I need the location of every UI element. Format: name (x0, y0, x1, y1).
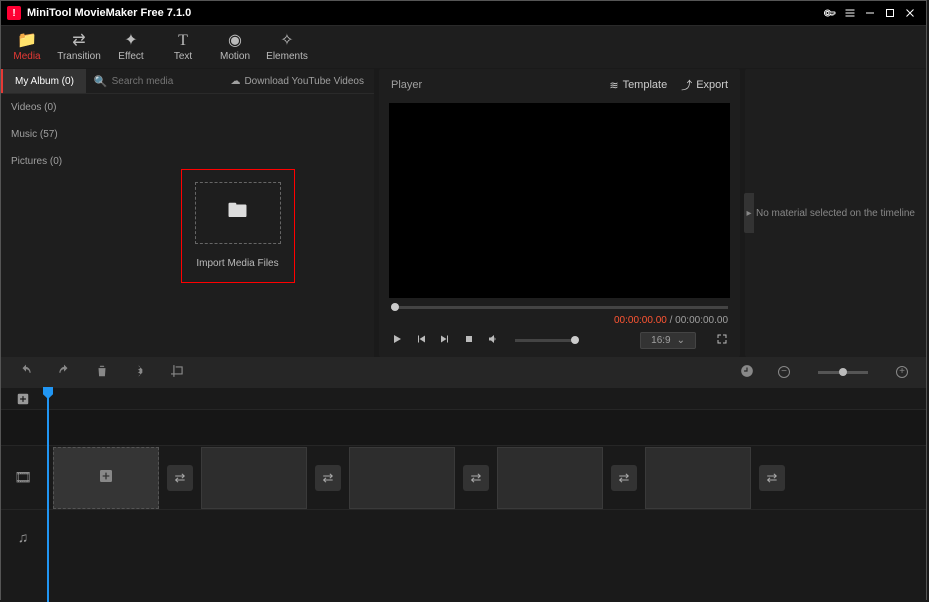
cloud-download-icon: ☁ (230, 76, 240, 87)
template-label: Template (623, 79, 668, 91)
transition-slot[interactable]: ⇄ (167, 465, 193, 491)
audio-track-icon: ♫ (1, 529, 45, 545)
category-videos[interactable]: Videos (0) (1, 94, 101, 121)
close-button[interactable] (900, 3, 920, 23)
tab-effect[interactable]: ✦Effect (105, 26, 157, 68)
category-list: Videos (0) Music (57) Pictures (0) (1, 94, 101, 357)
tab-media[interactable]: 📁Media (1, 26, 53, 68)
tab-elements[interactable]: ✧Elements (261, 26, 313, 68)
import-media-label: Import Media Files (196, 258, 278, 269)
video-track-icon: 🎞 (1, 469, 45, 486)
zoom-slider[interactable] (818, 371, 868, 374)
volume-handle[interactable] (571, 336, 579, 344)
template-icon: ≋ (609, 79, 618, 92)
maximize-button[interactable] (880, 3, 900, 23)
player-panel: Player ≋ Template ⤴ Export 00:00:00.00 / 0… (379, 69, 740, 357)
prev-frame-button[interactable] (415, 333, 427, 348)
app-title: MiniTool MovieMaker Free 7.1.0 (27, 7, 191, 19)
tab-elements-label: Elements (266, 51, 308, 62)
transition-slot[interactable]: ⇄ (611, 465, 637, 491)
next-frame-button[interactable] (439, 333, 451, 348)
empty-selection-message: No material selected on the timeline (756, 208, 915, 219)
folder-icon: 🖿 (228, 196, 248, 230)
clip-placeholder[interactable] (645, 447, 751, 509)
zoom-in-button[interactable]: + (896, 366, 908, 378)
time-separator: / (670, 315, 673, 326)
undo-button[interactable] (19, 364, 33, 381)
license-key-icon[interactable] (820, 3, 840, 23)
app-logo-icon: ! (7, 6, 21, 20)
delete-button[interactable] (95, 364, 109, 381)
import-media-button[interactable]: 🖿 Import Media Files (181, 169, 295, 283)
player-title: Player (391, 79, 422, 91)
clip-placeholder[interactable] (497, 447, 603, 509)
chevron-down-icon: ⌄ (677, 335, 685, 346)
current-time: 00:00:00.00 (614, 315, 667, 326)
seek-handle[interactable] (391, 303, 399, 311)
tab-motion[interactable]: ◉Motion (209, 26, 261, 68)
tab-media-label: Media (13, 51, 40, 62)
clip-placeholder[interactable] (349, 447, 455, 509)
stop-button[interactable] (463, 333, 475, 348)
aspect-ratio-value: 16:9 (651, 335, 670, 346)
main-tabs: 📁Media ⇄Transition ✦Effect TText ◉Motion… (1, 25, 926, 68)
add-track-button[interactable] (15, 391, 31, 407)
preview-area (389, 103, 730, 298)
tab-text[interactable]: TText (157, 26, 209, 68)
playhead[interactable] (47, 387, 49, 602)
tab-transition-label: Transition (57, 51, 101, 62)
export-icon: ⤴ (681, 77, 692, 93)
transition-slot[interactable]: ⇄ (315, 465, 341, 491)
media-panel: My Album (0) 🔍 ☁Download YouTube Videos … (1, 69, 374, 357)
properties-panel: ▸ No material selected on the timeline (745, 69, 926, 357)
redo-button[interactable] (57, 364, 71, 381)
timeline-toolbar: − + (1, 357, 926, 387)
export-label: Export (696, 79, 728, 91)
crop-button[interactable] (171, 364, 185, 381)
timeline: − + 🎞 ⇄ ⇄ ⇄ ⇄ ⇄ ♫ (1, 357, 926, 602)
tab-transition[interactable]: ⇄Transition (53, 26, 105, 68)
seek-bar[interactable] (391, 306, 728, 309)
speed-icon[interactable] (740, 364, 754, 381)
tab-motion-label: Motion (220, 51, 250, 62)
audio-track: ♫ (1, 509, 926, 563)
zoom-out-button[interactable]: − (778, 366, 790, 378)
transition-slot[interactable]: ⇄ (759, 465, 785, 491)
video-track: 🎞 ⇄ ⇄ ⇄ ⇄ ⇄ (1, 445, 926, 509)
play-button[interactable] (391, 333, 403, 348)
download-youtube-button[interactable]: ☁ Download YouTube Videos (220, 76, 374, 87)
volume-slider[interactable] (515, 339, 575, 342)
fullscreen-button[interactable] (716, 333, 728, 348)
volume-icon[interactable] (487, 333, 499, 348)
menu-icon[interactable] (840, 3, 860, 23)
aspect-ratio-select[interactable]: 16:9 ⌄ (640, 332, 696, 349)
category-pictures[interactable]: Pictures (0) (1, 148, 101, 175)
tab-text-label: Text (174, 51, 192, 62)
category-music[interactable]: Music (57) (1, 121, 101, 148)
add-clip-icon (98, 468, 114, 487)
search-icon: 🔍 (94, 75, 108, 88)
template-button[interactable]: ≋ Template (609, 79, 667, 92)
search-input[interactable] (112, 76, 192, 87)
split-button[interactable] (133, 364, 147, 381)
transition-slot[interactable]: ⇄ (463, 465, 489, 491)
tab-effect-label: Effect (118, 51, 143, 62)
download-youtube-label: Download YouTube Videos (244, 76, 364, 87)
collapse-handle[interactable]: ▸ (744, 193, 754, 233)
zoom-handle[interactable] (839, 368, 847, 376)
total-time: 00:00:00.00 (675, 315, 728, 326)
minimize-button[interactable] (860, 3, 880, 23)
album-tab[interactable]: My Album (0) (1, 69, 86, 93)
clip-placeholder[interactable] (201, 447, 307, 509)
title-bar: ! MiniTool MovieMaker Free 7.1.0 (1, 1, 926, 25)
export-button[interactable]: ⤴ Export (681, 77, 728, 93)
clip-placeholder[interactable] (53, 447, 159, 509)
